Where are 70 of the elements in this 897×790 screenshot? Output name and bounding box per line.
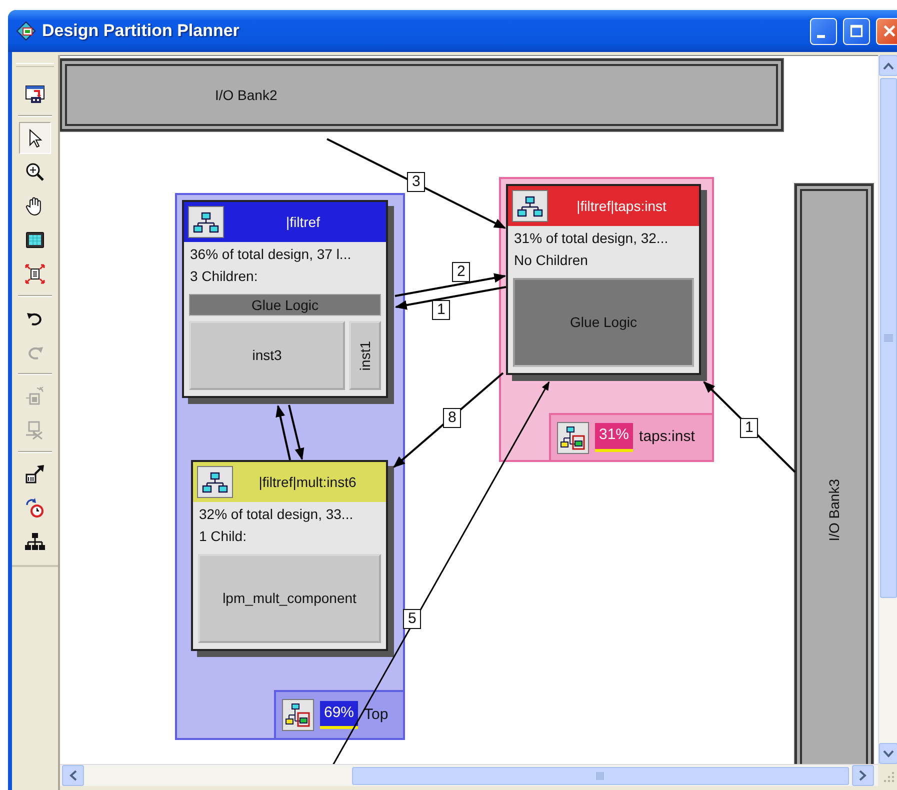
node-title: |filtref|taps:inst: [576, 196, 668, 216]
left-icon: [69, 770, 77, 781]
connection-count: 1: [432, 300, 450, 320]
planner-icon: [25, 84, 45, 104]
connection-count: 8: [443, 408, 462, 428]
glue-logic-block: Glue Logic: [189, 294, 381, 316]
minimize-icon: [817, 34, 825, 38]
node-title: |filtref: [285, 212, 321, 232]
screen-icon: [25, 230, 45, 250]
vertical-scroll-thumb[interactable]: [880, 78, 896, 598]
hierarchy-button[interactable]: [282, 699, 314, 731]
connection-count: 1: [740, 418, 758, 438]
hierarchy-icon: [202, 470, 228, 494]
region-name: Top: [364, 704, 388, 725]
hierarchy-button[interactable]: [197, 466, 233, 498]
hierarchy-icon: [193, 210, 219, 234]
scroll-left-button[interactable]: [62, 765, 84, 786]
io-bank-label: I/O Bank3: [824, 479, 842, 542]
node-summary: 32% of total design, 33...: [198, 505, 354, 524]
io-bank-label: I/O Bank2: [215, 86, 278, 104]
connection-count: 3: [407, 172, 426, 192]
scroll-right-button[interactable]: [852, 765, 874, 786]
zoom-icon: [25, 162, 45, 182]
percent-badge: 69%: [320, 700, 358, 730]
children-label: 3 Children:: [189, 267, 259, 286]
grip-icon: [884, 334, 892, 342]
app-icon: [16, 21, 36, 41]
horizontal-scroll-thumb[interactable]: [352, 766, 849, 784]
partition-hierarchy-icon: [285, 703, 311, 727]
connection-count: 5: [403, 609, 422, 629]
region-name: taps:inst: [639, 427, 695, 448]
maximize-icon: [850, 23, 863, 39]
right-icon: [859, 770, 867, 781]
resize-grip-icon[interactable]: [884, 772, 894, 782]
node-title: |filtref|mult:inst6: [258, 472, 358, 492]
percent-badge: 31%: [595, 423, 634, 452]
maximize-button[interactable]: [843, 18, 870, 44]
child-block: lpm_mult_component: [198, 554, 381, 643]
expand-icon: [25, 264, 45, 284]
minimize-button[interactable]: [810, 18, 837, 44]
connection-icon: [25, 464, 45, 484]
hierarchy-icon: [25, 532, 45, 552]
connection-arrow: [288, 404, 304, 460]
scroll-up-button[interactable]: [878, 55, 897, 76]
node-summary: 31% of total design, 32...: [513, 229, 670, 248]
up-icon: [882, 62, 894, 70]
partition-remove-icon: [25, 420, 45, 440]
hierarchy-button[interactable]: [512, 190, 548, 222]
node-summary: 36% of total design, 37 l...: [189, 245, 352, 264]
hierarchy-button[interactable]: [188, 206, 224, 238]
hierarchy-icon: [517, 194, 543, 218]
close-icon: [883, 23, 896, 39]
grip-icon: [596, 772, 605, 780]
child-block: inst1: [349, 321, 381, 390]
children-label: 1 Child:: [198, 527, 248, 546]
hierarchy-button[interactable]: [557, 422, 589, 454]
partition-hierarchy-icon: [560, 426, 586, 450]
partition-add-icon: [25, 386, 45, 406]
scroll-down-button[interactable]: [878, 743, 897, 764]
toolbar-grip[interactable]: [16, 63, 54, 67]
tool-button[interactable]: [19, 122, 51, 154]
child-block: inst3: [189, 321, 345, 390]
glue-logic-block: Glue Logic: [513, 278, 694, 367]
children-label: No Children: [513, 251, 589, 270]
connection-arrow: [276, 404, 291, 460]
connection-count: 2: [452, 262, 470, 282]
down-icon: [882, 750, 894, 758]
window-title: Design Partition Planner: [42, 20, 240, 42]
timer-icon: [25, 498, 45, 518]
close-button[interactable]: [876, 18, 897, 44]
